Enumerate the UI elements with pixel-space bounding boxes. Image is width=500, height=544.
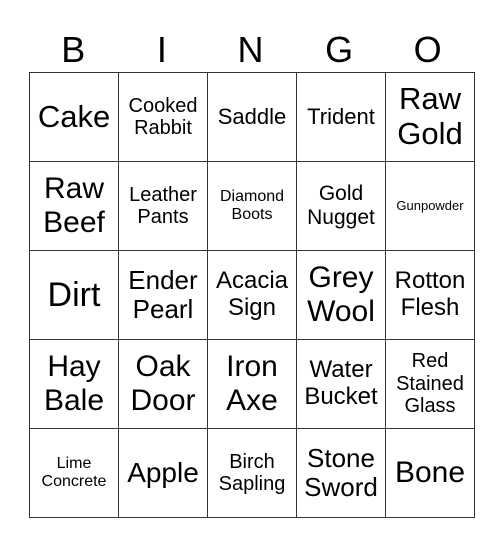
bingo-cell[interactable]: Stone Sword	[296, 428, 386, 518]
bingo-cell[interactable]: Water Bucket	[296, 339, 386, 429]
bingo-cell[interactable]: Hay Bale	[29, 339, 119, 429]
bingo-cell[interactable]: Grey Wool	[296, 250, 386, 340]
bingo-cell[interactable]: Raw Beef	[29, 161, 119, 251]
bingo-header: B I N G O	[29, 26, 472, 74]
bingo-cell[interactable]: Dirt	[29, 250, 119, 340]
bingo-cell[interactable]: Lime Concrete	[29, 428, 119, 518]
bingo-cell[interactable]: Diamond Boots	[207, 161, 297, 251]
bingo-cell[interactable]: Gold Nugget	[296, 161, 386, 251]
grid-row: Cake Cooked Rabbit Saddle Trident Raw Go…	[29, 72, 475, 162]
grid-row: Raw Beef Leather Pants Diamond Boots Gol…	[29, 161, 475, 251]
bingo-cell[interactable]: Iron Axe	[207, 339, 297, 429]
bingo-cell[interactable]: Birch Sapling	[207, 428, 297, 518]
header-letter: B	[61, 29, 86, 70]
bingo-cell[interactable]: Leather Pants	[118, 161, 208, 251]
bingo-cell[interactable]: Cooked Rabbit	[118, 72, 208, 162]
header-letter: G	[325, 29, 354, 70]
grid-row: Hay Bale Oak Door Iron Axe Water Bucket …	[29, 339, 475, 429]
bingo-cell[interactable]: Oak Door	[118, 339, 208, 429]
bingo-cell[interactable]: Gunpowder	[385, 161, 475, 251]
grid-row: Lime Concrete Apple Birch Sapling Stone …	[29, 428, 475, 518]
bingo-cell[interactable]: Raw Gold	[385, 72, 475, 162]
bingo-cell[interactable]: Acacia Sign	[207, 250, 297, 340]
header-letter: N	[237, 29, 264, 70]
bingo-cell[interactable]: Ender Pearl	[118, 250, 208, 340]
header-letter: O	[413, 29, 442, 70]
bingo-cell[interactable]: Rotton Flesh	[385, 250, 475, 340]
header-letter: I	[156, 29, 167, 70]
bingo-cell[interactable]: Saddle	[207, 72, 297, 162]
bingo-grid: Cake Cooked Rabbit Saddle Trident Raw Go…	[29, 72, 475, 518]
bingo-cell[interactable]: Bone	[385, 428, 475, 518]
bingo-cell[interactable]: Apple	[118, 428, 208, 518]
bingo-cell[interactable]: Red Stained Glass	[385, 339, 475, 429]
grid-row: Dirt Ender Pearl Acacia Sign Grey Wool R…	[29, 250, 475, 340]
bingo-cell[interactable]: Cake	[29, 72, 119, 162]
bingo-cell[interactable]: Trident	[296, 72, 386, 162]
